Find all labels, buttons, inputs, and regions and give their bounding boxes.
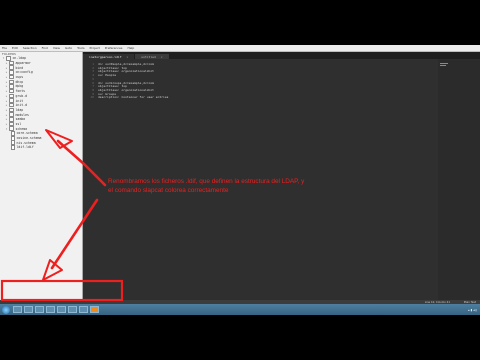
line-text: description: Container for user entries [98,95,169,100]
tree-folder-label: cups [15,75,24,80]
menu-preferences[interactable]: Preferences [105,46,123,50]
sublime-text-icon[interactable] [90,306,99,313]
line-text: ou: People [98,73,117,78]
folder-icon [9,74,14,80]
tab-bar: inetorgperson.ldif × untitled × [83,52,480,59]
menu-selection[interactable]: Selection [23,46,37,50]
tree-folder-label: grub.d [15,93,28,98]
menu-tools[interactable]: Tools [77,46,84,50]
tree-folder-label: schema [15,126,28,131]
folder-icon [9,102,14,108]
folder-sidebar: FOLDERS ▾ cn-ldap ▸ apparmor ▸ bind ▸ cn=con… [0,52,83,300]
tree-folder-label: ssl [15,121,22,126]
chevron-right-icon[interactable]: ▸ [5,84,8,88]
chevron-right-icon[interactable]: ▸ [5,117,8,121]
system-tray[interactable]: ▴ ▮ ◂)) [468,308,477,312]
settings-icon[interactable] [68,306,77,313]
folder-icon [9,70,14,75]
tab-label: untitled [141,54,156,59]
tree-file-label: cosine.schema [16,136,42,141]
minimap-line [440,65,446,66]
menu-edit[interactable]: Edit [12,46,18,50]
tree-file-label: ldif.ldif [16,145,34,150]
minimap-line [440,63,448,64]
folder-icon [9,117,14,122]
menu-view[interactable]: View [53,46,60,50]
tree-folder-label: samba [15,117,26,122]
menu-help[interactable]: Help [127,46,134,50]
code-line: 10 description: Container for user entrie… [86,96,168,100]
windows-taskbar: ▴ ▮ ◂)) [0,304,480,315]
menu-bar: File Edit Selection Find View Goto Tools… [0,45,480,52]
windows-start-icon[interactable] [2,305,10,314]
folder-icon[interactable] [57,306,66,313]
terminal-icon[interactable] [35,306,44,313]
menu-goto[interactable]: Goto [65,46,72,50]
tree-folder-label: init.d [15,103,28,108]
folder-icon [6,56,11,61]
explorer-icon[interactable] [13,306,22,313]
menu-find[interactable]: Find [42,46,48,50]
file-icon [11,144,15,150]
tree-folder-label: bind [15,65,24,70]
tree-file[interactable]: ldif.ldif [0,144,82,150]
tree-file-label: core.schema [16,131,38,136]
tab-label: inetorgperson.ldif [89,54,122,59]
line-number: 10 [90,95,94,100]
chevron-down-icon[interactable]: ▾ [5,127,8,131]
tree-folder-label: dpkg [15,84,24,89]
chevron-down-icon[interactable]: ▾ [2,56,5,60]
chevron-right-icon[interactable]: ▸ [5,99,8,103]
tree-folder-label: init [15,98,24,103]
chevron-right-icon[interactable]: ▸ [5,122,8,126]
chevron-right-icon[interactable]: ▸ [5,75,8,79]
chevron-right-icon[interactable]: ▸ [5,94,8,98]
folder-icon [9,88,14,94]
menu-file[interactable]: File [2,46,7,50]
tree-folder-label: apparmor [15,61,31,66]
annotation-note: Renombramos los ficheros .ldif, que defi… [108,178,305,194]
chevron-right-icon[interactable]: ▸ [5,70,8,74]
tree-folder-label: ldap [15,107,24,112]
browser-icon[interactable] [24,306,33,313]
chevron-right-icon[interactable]: ▸ [5,113,8,117]
tree-file-label: nis.schema [16,140,36,145]
tree-folder-label: dhcp [15,79,24,84]
chevron-right-icon[interactable]: ▸ [5,61,8,65]
chevron-right-icon[interactable]: ▸ [5,80,8,84]
network-icon[interactable] [79,306,88,313]
chevron-right-icon[interactable]: ▸ [5,103,8,107]
chevron-right-icon[interactable]: ▸ [5,66,8,70]
menu-project[interactable]: Project [90,46,100,50]
minimap[interactable] [438,59,480,300]
close-icon[interactable]: × [127,55,129,59]
tree-folder-label: fonts [15,89,26,94]
chevron-right-icon[interactable]: ▸ [5,108,8,112]
tree-folder-label: cn=config [15,70,33,75]
tree-folder-label: modules [15,112,29,117]
media-icon[interactable] [46,306,55,313]
chevron-right-icon[interactable]: ▸ [5,89,8,93]
close-icon[interactable]: × [161,55,163,59]
tree-root-label: cn-ldap [12,56,26,61]
